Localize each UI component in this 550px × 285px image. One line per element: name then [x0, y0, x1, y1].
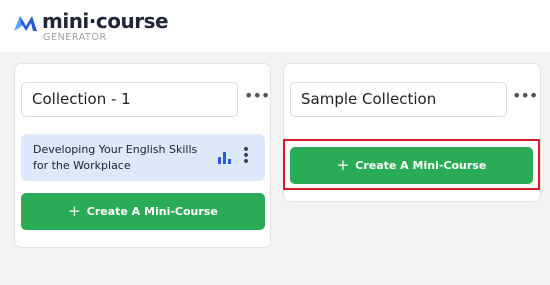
top-bar: mini·course GENERATOR: [0, 0, 550, 52]
bar-chart-icon[interactable]: [218, 152, 231, 164]
collection-panel-2: Sample Collection ••• + Create A Mini-Cou…: [283, 63, 541, 202]
collection-panel-1: Collection - 1 ••• Developing Your Engli…: [14, 63, 271, 248]
collection-name-field[interactable]: Collection - 1: [21, 82, 238, 117]
create-mini-course-label: Create A Mini-Course: [355, 159, 487, 172]
plus-icon: +: [336, 156, 350, 174]
course-title: Developing Your English Skills for the W…: [33, 143, 198, 172]
logo-subtitle: GENERATOR: [43, 32, 107, 43]
course-card[interactable]: Developing Your English Skills for the W…: [21, 134, 265, 181]
more-horizontal-icon[interactable]: •••: [512, 88, 538, 109]
collection-name-field[interactable]: Sample Collection: [290, 82, 507, 117]
more-horizontal-icon[interactable]: •••: [244, 88, 270, 109]
more-vertical-icon[interactable]: • • •: [240, 143, 252, 169]
create-mini-course-button[interactable]: + Create A Mini-Course: [21, 193, 265, 230]
create-mini-course-label: Create A Mini-Course: [86, 205, 218, 218]
logo-title: mini·course: [42, 9, 169, 33]
logo-icon: [14, 16, 37, 31]
create-mini-course-button[interactable]: + Create A Mini-Course: [290, 147, 533, 184]
plus-icon: +: [68, 202, 81, 220]
